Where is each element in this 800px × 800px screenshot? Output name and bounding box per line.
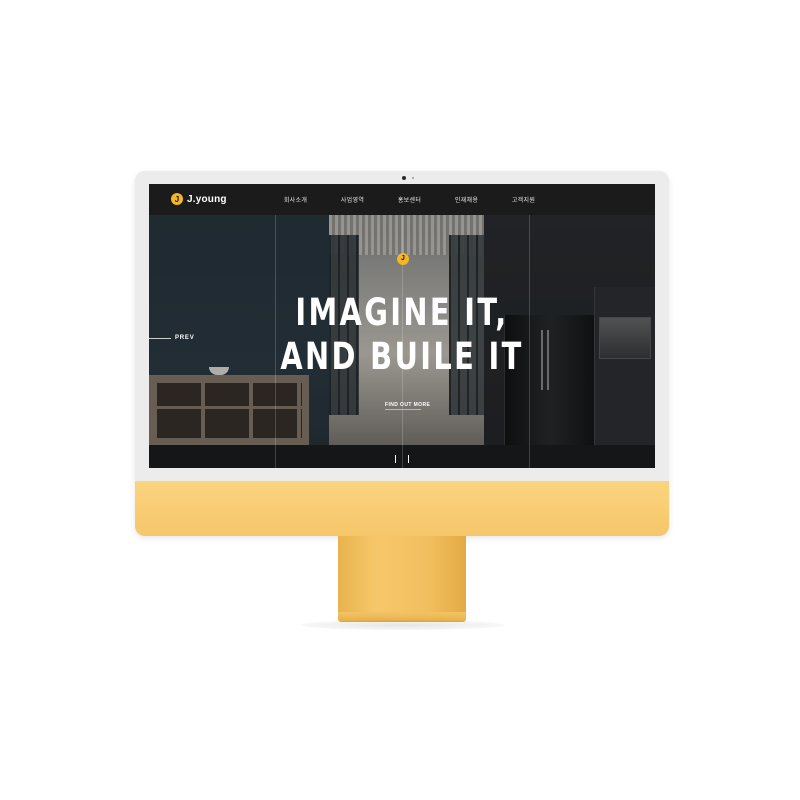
webcam-icon xyxy=(402,176,406,180)
logo-text: J.young xyxy=(187,193,227,205)
nav-item-business[interactable]: 사업영역 xyxy=(324,195,381,204)
site-logo[interactable]: J J.young xyxy=(171,193,227,205)
hero-badge-icon: J xyxy=(397,253,409,265)
hero-headline-line2: AND BUILE IT xyxy=(280,335,524,378)
monitor-chin xyxy=(135,481,669,536)
main-nav-menu: 회사소개 사업영역 홍보센터 인재채용 고객지원 xyxy=(267,195,552,204)
camera-indicator xyxy=(412,177,414,179)
find-out-more-link[interactable]: FIND OUT MORE xyxy=(385,402,430,408)
nav-item-pr-center[interactable]: 홍보센터 xyxy=(381,195,438,204)
nav-item-recruit[interactable]: 인재채용 xyxy=(438,195,495,204)
prev-slide-button[interactable]: PREV xyxy=(175,335,195,341)
prev-arrow-line xyxy=(149,338,171,339)
pager-indicator-2[interactable] xyxy=(408,455,409,463)
stand-shadow xyxy=(300,620,504,630)
hero-headline-line1: IMAGINE IT, xyxy=(295,291,509,334)
nav-item-company[interactable]: 회사소개 xyxy=(267,195,324,204)
top-navbar: J J.young 회사소개 사업영역 홍보센터 인재채용 고객지원 xyxy=(149,184,655,215)
hero-slider: J IMAGINE IT, AND BUILE IT FIND OUT MORE… xyxy=(149,215,655,468)
cta-underline xyxy=(385,409,421,410)
website-screen: J J.young 회사소개 사업영역 홍보센터 인재채용 고객지원 J IMA… xyxy=(149,184,655,468)
nav-item-support[interactable]: 고객지원 xyxy=(495,195,552,204)
slide-pager xyxy=(395,455,421,463)
pager-indicator-1[interactable] xyxy=(395,455,396,463)
hero-headline: IMAGINE IT, AND BUILE IT xyxy=(205,291,600,379)
logo-badge-icon: J xyxy=(171,193,183,205)
monitor-stand xyxy=(338,536,466,614)
